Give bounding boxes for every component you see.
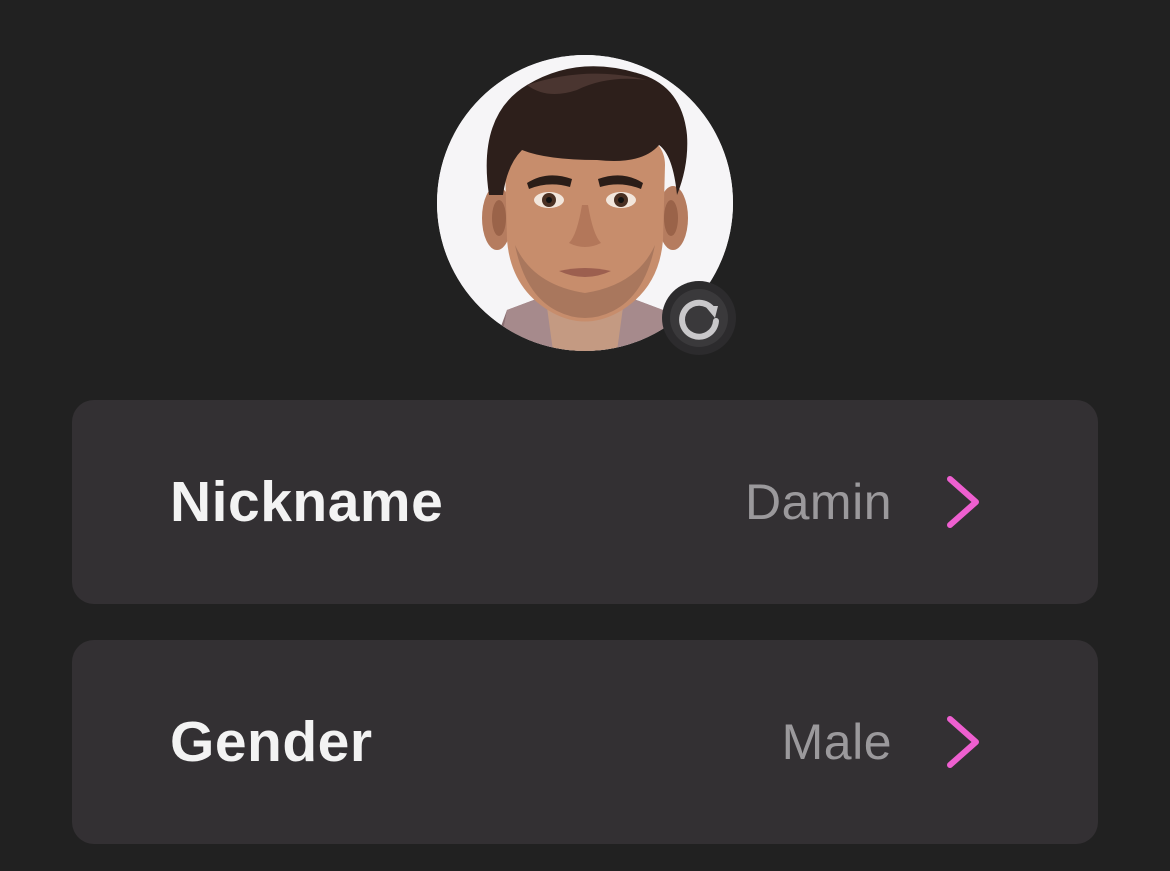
nickname-label: Nickname [170, 470, 444, 534]
chevron-right-icon [947, 476, 979, 528]
avatar-section [437, 55, 736, 355]
refresh-avatar-button[interactable] [662, 281, 736, 355]
refresh-icon [670, 289, 728, 347]
gender-row[interactable]: Gender Male [72, 640, 1098, 844]
gender-value: Male [781, 714, 892, 770]
chevron-right-icon [947, 716, 979, 768]
gender-label: Gender [170, 710, 373, 774]
nickname-row[interactable]: Nickname Damin [72, 400, 1098, 604]
nickname-value: Damin [745, 474, 892, 530]
profile-page: Nickname Damin Gender Male [0, 0, 1170, 871]
